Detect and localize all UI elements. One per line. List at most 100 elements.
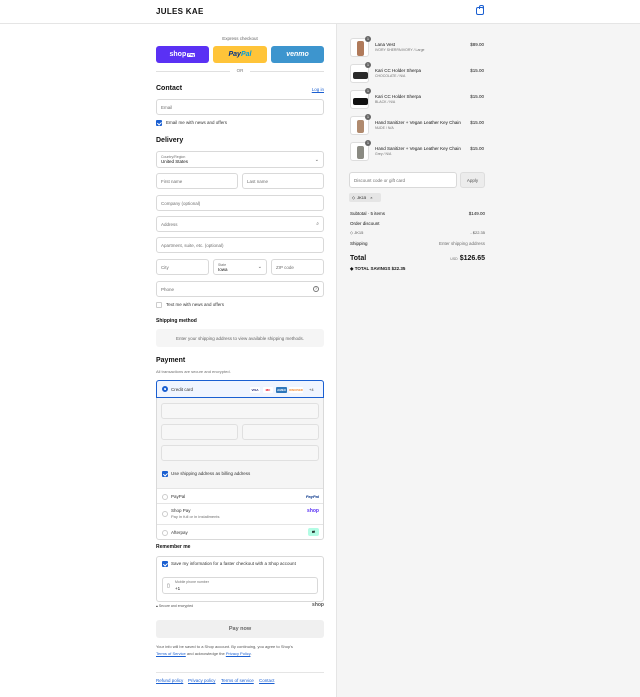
zip-input[interactable]: ZIP code [271, 259, 324, 275]
paypal-option[interactable]: PayPal PayPal [157, 488, 323, 503]
item-variant: Grey / N/A [375, 152, 392, 156]
footer-divider [156, 672, 324, 673]
security-code-input[interactable] [242, 424, 319, 440]
paypal-radio[interactable] [162, 494, 168, 500]
paypal-logo-icon: PayPal [305, 494, 319, 499]
billing-same-label: Use shipping address as billing address [171, 471, 251, 476]
card-number-input[interactable] [161, 403, 319, 419]
item-variant: NUDE / N/A [375, 126, 394, 130]
apartment-input[interactable]: Apartment, suite, etc. (optional) [156, 237, 324, 253]
discover-icon: DISCOVER [289, 387, 303, 393]
privacy-policy-link[interactable]: Privacy Policy [226, 651, 251, 656]
credit-card-option[interactable]: Credit card VISA MC AMEX DISCOVER +4 [156, 380, 324, 398]
list-item: 1 Lana Vest IVORY SHERPA/IVORY / Large $… [350, 36, 486, 58]
item-name: Hand Sanitizer + Vegan Leather Key Chain [375, 120, 461, 125]
city-input[interactable]: City [156, 259, 209, 275]
address-input[interactable]: Address ⌕ [156, 216, 324, 232]
afterpay-option[interactable]: Afterpay ⇄ [157, 524, 323, 540]
shop-logo-icon: shop [312, 602, 324, 608]
visa-icon: VISA [250, 387, 260, 393]
company-input[interactable]: Company (optional) [156, 195, 324, 211]
state-select[interactable]: State Iowa ⌄ [213, 259, 267, 275]
shop-pay-label: Shop Pay [171, 508, 191, 513]
terms-of-service-link[interactable]: Terms of service [221, 678, 254, 683]
item-price: $15.00 [470, 120, 484, 125]
shipping-method-notice: Enter your shipping address to view avai… [156, 329, 324, 347]
quantity-badge: 1 [365, 62, 371, 68]
payment-heading: Payment [156, 357, 186, 364]
paypal-label: PayPal [171, 494, 186, 499]
refund-policy-link[interactable]: Refund policy [156, 678, 183, 683]
country-select[interactable]: Country/Region United States ⌄ [156, 151, 324, 168]
header: JULES KAE [0, 0, 640, 24]
afterpay-label: Afterpay [171, 530, 188, 535]
amex-icon: AMEX [276, 387, 287, 393]
close-icon[interactable]: × [370, 195, 372, 200]
remember-me-box: Save my information for a faster checkou… [156, 556, 324, 602]
discount-code-row: ◇ JK15 - $22.35 [350, 230, 485, 235]
shop-logo-icon: shop [307, 508, 319, 514]
list-item: 1 Hand Sanitizer + Vegan Leather Key Cha… [350, 140, 486, 162]
privacy-policy-link[interactable]: Privacy policy [188, 678, 216, 683]
email-news-checkbox[interactable] [156, 120, 162, 126]
list-item: 1 Kari CC Holder Sherpa BLACK / N/A $15.… [350, 88, 486, 110]
login-link[interactable]: Log in [312, 87, 324, 92]
phone-input[interactable]: Phone ? [156, 281, 324, 297]
subtotal-row: Subtotal · 5 items $149.00 [350, 211, 485, 216]
brand-logo[interactable]: JULES KAE [156, 7, 204, 16]
text-news-checkbox[interactable] [156, 302, 162, 308]
tag-icon: ◇ [352, 195, 356, 200]
more-cards-badge: +4 [309, 387, 314, 392]
apply-button[interactable]: Apply [460, 172, 485, 188]
expiration-input[interactable] [161, 424, 238, 440]
credit-card-radio[interactable] [162, 386, 168, 392]
item-variant: BLACK / N/A [375, 100, 396, 104]
venmo-button[interactable]: venmo [271, 46, 324, 63]
afterpay-logo-icon: ⇄ [308, 528, 319, 536]
contact-link[interactable]: Contact [259, 678, 275, 683]
credit-card-label: Credit card [171, 387, 194, 392]
first-name-input[interactable]: First name [156, 173, 238, 189]
shop-pay-button[interactable]: shop Pay [156, 46, 209, 63]
contact-heading: Contact [156, 85, 183, 92]
paypal-button[interactable]: Pay Pal [213, 46, 267, 63]
mobile-phone-icon: ▯ [167, 583, 170, 589]
item-name: Hand Sanitizer + Vegan Leather Key Chain [375, 146, 461, 151]
afterpay-radio[interactable] [162, 530, 168, 536]
shipping-row: Shipping Enter shipping address [350, 241, 485, 246]
billing-same-checkbox[interactable] [162, 471, 168, 477]
name-on-card-input[interactable] [161, 445, 319, 461]
item-variant: CHOCOLATE / N/A [375, 74, 406, 78]
express-checkout-label: Express checkout [222, 36, 258, 41]
item-name: Kari CC Holder Sherpa [375, 94, 422, 99]
mobile-phone-input[interactable]: ▯ Mobile phone number +1 [162, 577, 318, 594]
last-name-input[interactable]: Last name [242, 173, 324, 189]
shop-pay-radio[interactable] [162, 511, 168, 517]
discount-amount: - $22.35 [470, 230, 485, 235]
item-name: Lana Vest [375, 42, 396, 47]
order-discount-label: Order discount [350, 221, 380, 226]
save-info-checkbox[interactable] [162, 561, 168, 567]
total-value: $126.65 [459, 255, 485, 262]
save-info-label: Save my information for a faster checkou… [171, 561, 296, 566]
mobile-phone-label: Mobile phone number [175, 580, 209, 584]
pay-now-button[interactable]: Pay now [156, 620, 324, 638]
or-divider: OR [156, 68, 324, 74]
chevron-down-icon: ⌄ [257, 264, 262, 270]
mastercard-icon: MC [263, 387, 273, 393]
legal-text: Your info will be saved to a Shop accoun… [156, 644, 293, 656]
terms-of-service-link[interactable]: Terms of Service [156, 651, 186, 656]
item-price: $15.00 [470, 94, 484, 99]
discount-code-input[interactable]: Discount code or gift card [349, 172, 457, 188]
quantity-badge: 1 [365, 114, 371, 120]
shop-pay-option[interactable]: Shop Pay Pay in full or in installments … [157, 503, 323, 524]
discount-code-label: JK15 [354, 230, 364, 235]
help-icon[interactable]: ? [313, 286, 319, 292]
subtotal-value: $149.00 [468, 211, 485, 216]
quantity-badge: 1 [365, 36, 371, 42]
shipping-method-heading: Shipping method [156, 318, 197, 324]
shopping-bag-icon[interactable] [476, 5, 484, 15]
shipping-value: Enter shipping address [438, 241, 485, 246]
remember-me-heading: Remember me [156, 544, 191, 550]
email-input[interactable]: Email [156, 99, 324, 115]
